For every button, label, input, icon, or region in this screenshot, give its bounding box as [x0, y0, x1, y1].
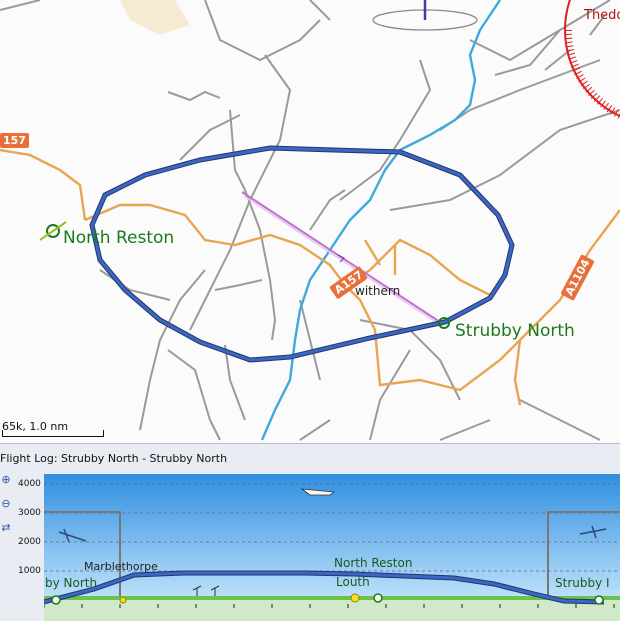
task-route-inner [90, 146, 514, 362]
flight-log-panel: Flight Log: Strubby North - Strubby Nort… [0, 443, 620, 621]
profile-waypoint-north-reston [373, 593, 383, 603]
label-north-reston: North Reston [63, 228, 175, 248]
zoom-in-icon[interactable]: ⊕ [0, 474, 12, 486]
profile-waypoint-finish [594, 595, 604, 605]
scale-bar [2, 430, 104, 437]
profile-label-start: by North [45, 576, 98, 590]
profile-waypoint-marblethorpe [119, 596, 127, 604]
profile-canvas [44, 474, 620, 621]
y-tick-1000: 1000 [18, 566, 41, 576]
task-route [89, 145, 515, 363]
profile-toolbar: ⊕ ⊖ ⇄ [0, 474, 15, 546]
road-sign-a157-left: 157 [0, 133, 29, 148]
profile-label-north-reston: North Reston [334, 556, 413, 570]
zoom-out-icon[interactable]: ⊖ [0, 498, 12, 510]
map-canvas[interactable] [0, 0, 620, 443]
profile-label-marblethorpe: Marblethorpe [84, 560, 158, 573]
label-withern: withern [355, 284, 401, 298]
profile-label-finish: Strubby I [555, 576, 610, 590]
altitude-profile[interactable]: Marblethorpe North Reston Louth [44, 474, 620, 621]
minor-roads [0, 148, 620, 406]
terrain-edge [44, 596, 620, 600]
profile-waypoint-louth [350, 593, 360, 603]
y-tick-3000: 3000 [18, 508, 41, 518]
profile-waypoint-start [51, 595, 61, 605]
pan-icon[interactable]: ⇄ [0, 522, 12, 534]
y-tick-2000: 2000 [18, 537, 41, 547]
label-theddlethorpe: Thedd [584, 8, 620, 23]
stream [260, 0, 501, 441]
town-area [120, 0, 190, 35]
profile-label-louth: Louth [336, 575, 370, 589]
flight-log-title: Flight Log: Strubby North - Strubby Nort… [0, 452, 228, 465]
map-view[interactable]: North Reston Strubby North withern Thedd… [0, 0, 620, 443]
y-tick-4000: 4000 [18, 479, 41, 489]
label-strubby-north: Strubby North [455, 321, 575, 341]
